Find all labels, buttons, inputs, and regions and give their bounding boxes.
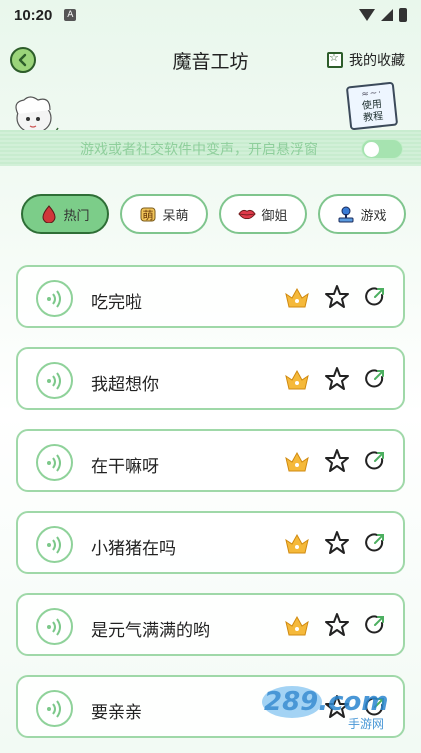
battery-icon	[399, 8, 407, 22]
svg-text:萌: 萌	[143, 208, 154, 222]
toggle-knob	[364, 142, 379, 157]
sound-wave-icon	[46, 371, 61, 390]
app-header: 魔音工坊 我的收藏	[0, 42, 421, 78]
play-button[interactable]	[36, 362, 73, 399]
watermark-text: 289.com	[264, 687, 389, 717]
play-button[interactable]	[36, 690, 73, 727]
favorite-star-icon[interactable]	[324, 366, 350, 392]
notification-icon: A	[64, 9, 77, 21]
share-icon[interactable]	[364, 368, 386, 390]
sound-title: 要亲亲	[91, 703, 142, 723]
sound-title: 吃完啦	[91, 293, 142, 313]
status-time: 10:20	[14, 6, 53, 24]
share-icon[interactable]	[364, 450, 386, 472]
lips-icon	[238, 205, 257, 223]
tab-label: 热门	[63, 208, 90, 224]
vip-crown-icon	[285, 369, 309, 390]
tutorial-line2: 教程	[362, 110, 384, 124]
play-button[interactable]	[36, 526, 73, 563]
favorite-star-icon[interactable]	[324, 284, 350, 310]
play-button[interactable]	[36, 608, 73, 645]
cute-icon: 萌	[139, 205, 157, 223]
floating-window-hint: 游戏或者社交软件中变声，开启悬浮窗	[80, 142, 318, 158]
sound-item[interactable]: 我超想你	[16, 347, 405, 410]
tutorial-button[interactable]: ≈ ~ · 使用 教程	[345, 81, 399, 131]
category-tabs: 热门 萌 呆萌 御姐 游戏	[0, 194, 421, 236]
joystick-icon	[337, 205, 355, 223]
tab-mature-lady[interactable]: 御姐	[219, 194, 307, 234]
favorite-star-icon[interactable]	[324, 530, 350, 556]
sound-wave-icon	[46, 535, 61, 554]
sound-item[interactable]: 吃完啦	[16, 265, 405, 328]
tab-game[interactable]: 游戏	[318, 194, 406, 234]
vip-crown-icon	[285, 533, 309, 554]
wifi-icon	[359, 9, 375, 21]
tab-label: 御姐	[261, 208, 288, 224]
favorites-label: 我的收藏	[349, 53, 405, 69]
sound-item[interactable]: 在干嘛呀	[16, 429, 405, 492]
vip-crown-icon	[285, 615, 309, 636]
status-icons	[359, 8, 407, 22]
tab-hot[interactable]: 热门	[21, 194, 109, 234]
site-watermark-logo: 289.com 手游网	[262, 686, 389, 731]
my-favorites-button[interactable]: 我的收藏	[327, 50, 405, 70]
sound-item[interactable]: 是元气满满的哟	[16, 593, 405, 656]
watermark-sub: 手游网	[348, 717, 384, 731]
tab-label: 呆萌	[162, 208, 189, 224]
favorites-icon	[327, 51, 343, 68]
share-icon[interactable]	[364, 286, 386, 308]
floating-window-toggle[interactable]	[361, 139, 403, 159]
sound-title: 我超想你	[91, 375, 159, 395]
sound-title: 在干嘛呀	[91, 457, 159, 477]
vip-crown-icon	[285, 451, 309, 472]
sound-wave-icon	[46, 699, 61, 718]
favorite-star-icon[interactable]	[324, 612, 350, 638]
floating-window-banner: 游戏或者社交软件中变声，开启悬浮窗	[0, 130, 421, 166]
sound-item[interactable]: 小猪猪在吗	[16, 511, 405, 574]
sound-wave-icon	[46, 289, 61, 308]
play-button[interactable]	[36, 444, 73, 481]
favorite-star-icon[interactable]	[324, 448, 350, 474]
sound-wave-icon	[46, 617, 61, 636]
sound-title: 小猪猪在吗	[91, 539, 176, 559]
sound-wave-icon	[46, 453, 61, 472]
fire-drop-icon	[40, 205, 58, 223]
tab-cute[interactable]: 萌 呆萌	[120, 194, 208, 234]
tab-label: 游戏	[360, 208, 387, 224]
play-button[interactable]	[36, 280, 73, 317]
share-icon[interactable]	[364, 614, 386, 636]
sound-title: 是元气满满的哟	[91, 621, 210, 641]
vip-crown-icon	[285, 287, 309, 308]
share-icon[interactable]	[364, 532, 386, 554]
cellular-icon	[381, 9, 393, 21]
status-bar: 10:20 A	[0, 0, 421, 30]
